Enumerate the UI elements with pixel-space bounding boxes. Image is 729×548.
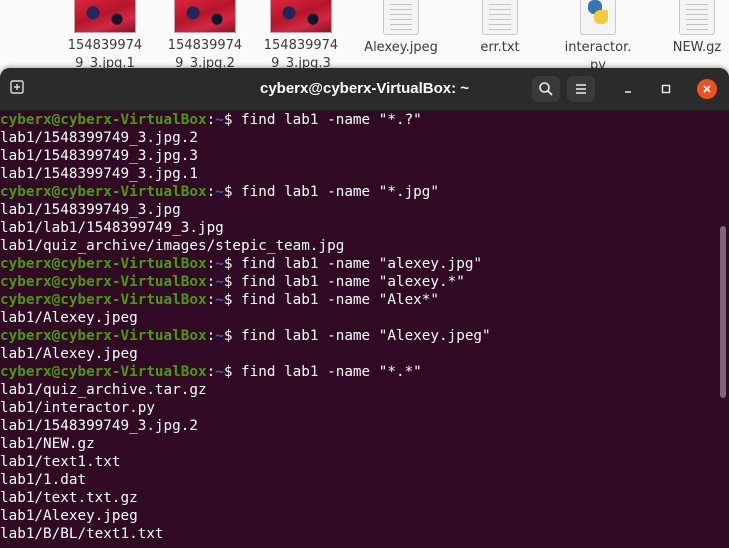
prompt-symbol: $ — [223, 292, 242, 308]
command-line: cyberx@cyberx-VirtualBox:~$ find lab1 -n… — [0, 363, 720, 381]
new-tab-icon[interactable] — [6, 76, 28, 98]
prompt-separator: : — [206, 274, 216, 290]
command-line: cyberx@cyberx-VirtualBox:~$ find lab1 -n… — [0, 183, 720, 201]
hamburger-menu-icon — [576, 84, 586, 94]
search-icon — [539, 82, 553, 96]
prompt-path: ~ — [215, 364, 224, 380]
prompt-symbol: $ — [223, 256, 242, 272]
terminal-window[interactable]: cyberx@cyberx-VirtualBox: ~ cyberx@cyber… — [0, 68, 729, 548]
terminal-titlebar[interactable]: cyberx@cyberx-VirtualBox: ~ — [0, 68, 729, 111]
terminal-output[interactable]: cyberx@cyberx-VirtualBox:~$ find lab1 -n… — [0, 111, 720, 548]
output-line: lab1/B/BL/text1.txt — [0, 526, 164, 542]
file-manager-background: 154839974 9_3.jpg.1 154839974 9_3.jpg.2 … — [0, 0, 729, 72]
output-line: lab1/1548399749_3.jpg.2 — [0, 130, 198, 146]
prompt-path: ~ — [215, 184, 224, 200]
maximize-icon — [661, 84, 671, 94]
command-text: find lab1 -name "alexey.jpg" — [241, 256, 483, 272]
prompt-symbol: $ — [223, 364, 242, 380]
output-line: lab1/quiz_archive.tar.gz — [0, 382, 207, 398]
prompt-user: cyberx@cyberx-VirtualBox — [0, 112, 207, 128]
file-name: err.txt — [480, 40, 520, 55]
command-text: find lab1 -name "*.?" — [241, 112, 422, 128]
command-text: find lab1 -name "*.*" — [241, 364, 422, 380]
prompt-path: ~ — [215, 328, 224, 344]
prompt-separator: : — [206, 184, 216, 200]
prompt-path: ~ — [215, 274, 224, 290]
output-line: lab1/1548399749_3.jpg.1 — [0, 166, 198, 182]
command-text: find lab1 -name "alexey.*" — [241, 274, 465, 290]
menu-button[interactable] — [567, 76, 595, 102]
command-line: cyberx@cyberx-VirtualBox:~$ find lab1 -n… — [0, 111, 720, 129]
maximize-button[interactable] — [656, 79, 676, 99]
file-name: 154839974 9_3.jpg.3 — [263, 38, 339, 71]
file-item[interactable]: interactor. py — [555, 0, 641, 72]
prompt-user: cyberx@cyberx-VirtualBox — [0, 364, 207, 380]
prompt-separator: : — [206, 328, 216, 344]
command-line: cyberx@cyberx-VirtualBox:~$ find lab1 -n… — [0, 273, 720, 291]
file-item[interactable]: 154839974 9_3.jpg.1 — [62, 0, 148, 72]
command-text: find lab1 -name "Alex*" — [241, 292, 440, 308]
prompt-symbol: $ — [223, 274, 242, 290]
minimize-button[interactable] — [618, 79, 638, 99]
file-item[interactable]: err.txt — [457, 0, 543, 57]
prompt-user: cyberx@cyberx-VirtualBox — [0, 184, 207, 200]
command-line: cyberx@cyberx-VirtualBox:~$ find lab1 -n… — [0, 291, 720, 309]
prompt-user: cyberx@cyberx-VirtualBox — [0, 256, 207, 272]
prompt-separator: : — [206, 112, 216, 128]
output-line: lab1/text.txt.gz — [0, 490, 138, 506]
document-icon — [679, 0, 715, 35]
image-thumbnail — [270, 0, 332, 33]
prompt-symbol: $ — [223, 328, 242, 344]
file-name: NEW.gz — [672, 40, 722, 55]
python-file-icon — [580, 0, 616, 35]
file-item[interactable]: NEW.gz — [654, 0, 729, 57]
output-line: lab1/text1.txt — [0, 454, 121, 470]
output-line: lab1/1.dat — [0, 472, 87, 488]
image-thumbnail — [74, 0, 136, 33]
prompt-user: cyberx@cyberx-VirtualBox — [0, 328, 207, 344]
output-line: lab1/quiz_archive/images/stepic_team.jpg — [0, 238, 345, 254]
close-button[interactable] — [697, 79, 717, 99]
terminal-scrollbar[interactable] — [720, 226, 726, 398]
command-text: find lab1 -name "*.jpg" — [241, 184, 440, 200]
output-line: lab1/Alexey.jpeg — [0, 310, 138, 326]
output-line: lab1/lab1/1548399749_3.jpg — [0, 220, 224, 236]
command-line: cyberx@cyberx-VirtualBox:~$ find lab1 -n… — [0, 327, 720, 345]
prompt-path: ~ — [215, 256, 224, 272]
output-line: lab1/1548399749_3.jpg.2 — [0, 418, 198, 434]
prompt-user: cyberx@cyberx-VirtualBox — [0, 292, 207, 308]
output-line: lab1/interactor.py — [0, 400, 155, 416]
output-line: lab1/1548399749_3.jpg — [0, 202, 181, 218]
prompt-symbol: $ — [223, 112, 242, 128]
prompt-path: ~ — [215, 292, 224, 308]
search-button[interactable] — [532, 76, 560, 102]
close-icon — [703, 85, 711, 93]
prompt-path: ~ — [215, 112, 224, 128]
command-text: find lab1 -name "Alexey.jpeg" — [241, 328, 491, 344]
minimize-icon — [625, 91, 631, 93]
document-icon — [482, 0, 518, 35]
file-name: 154839974 9_3.jpg.1 — [67, 38, 143, 71]
file-item[interactable]: Alexey.jpeg — [358, 0, 444, 57]
file-name: Alexey.jpeg — [364, 40, 438, 55]
prompt-separator: : — [206, 364, 216, 380]
document-icon — [383, 0, 419, 35]
output-line: lab1/Alexey.jpeg — [0, 508, 138, 524]
prompt-separator: : — [206, 256, 216, 272]
prompt-symbol: $ — [223, 184, 242, 200]
image-thumbnail — [174, 0, 236, 33]
prompt-separator: : — [206, 292, 216, 308]
prompt-user: cyberx@cyberx-VirtualBox — [0, 274, 207, 290]
output-line: lab1/NEW.gz — [0, 436, 95, 452]
command-line: cyberx@cyberx-VirtualBox:~$ find lab1 -n… — [0, 255, 720, 273]
file-item[interactable]: 154839974 9_3.jpg.2 — [162, 0, 248, 72]
file-name: 154839974 9_3.jpg.2 — [167, 38, 243, 71]
file-item[interactable]: 154839974 9_3.jpg.3 — [258, 0, 344, 72]
output-line: lab1/Alexey.jpeg — [0, 346, 138, 362]
output-line: lab1/1548399749_3.jpg.3 — [0, 148, 198, 164]
